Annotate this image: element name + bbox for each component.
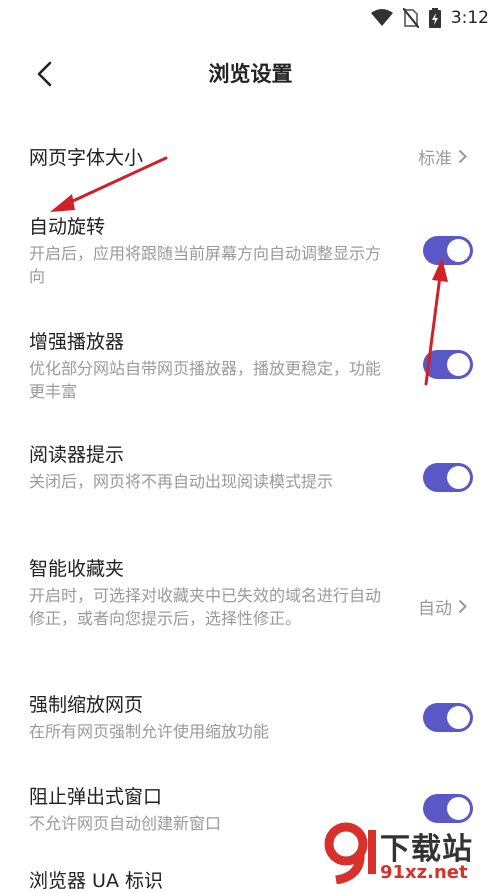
watermark-url: 91xz.net (380, 862, 468, 883)
toggle-knob (447, 706, 470, 729)
setting-auto-rotate: 自动旋转 开启后，应用将跟随当前屏幕方向自动调整显示方向 (0, 200, 501, 300)
toggle-knob (447, 797, 470, 820)
status-bar: 3:12 (0, 0, 501, 36)
setting-desc: 关闭后，网页将不再自动出现阅读模式提示 (29, 472, 334, 491)
setting-value: 标准 (418, 149, 452, 169)
toggle-knob (447, 353, 470, 376)
setting-value: 自动 (418, 599, 452, 619)
watermark-logo-icon (324, 822, 376, 884)
setting-value-smart-favorites[interactable]: 自动 (418, 594, 467, 619)
reader-hint-toggle[interactable] (423, 463, 473, 492)
setting-value-font-size[interactable]: 标准 (418, 144, 467, 169)
force-zoom-toggle[interactable] (423, 703, 473, 732)
app-bar: 浏览设置 (0, 44, 501, 102)
enhanced-player-toggle[interactable] (423, 350, 473, 379)
wifi-icon (370, 9, 393, 26)
setting-desc: 开启时，可选择对收藏夹中已失效的域名进行自动修正，或者向您提示后，选择性修正。 (29, 586, 382, 628)
setting-title: 增强播放器 (29, 331, 125, 353)
watermark: 下载站 91xz.net (322, 820, 497, 888)
setting-title: 阅读器提示 (29, 444, 125, 466)
setting-enhanced-player: 增强播放器 优化部分网站自带网页播放器，播放更稳定，功能更丰富 (0, 315, 501, 415)
setting-font-size[interactable]: 网页字体大小 标准 (0, 130, 501, 186)
setting-title: 智能收藏夹 (29, 558, 125, 580)
setting-title: 网页字体大小 (29, 147, 144, 169)
page-title: 浏览设置 (208, 62, 293, 86)
setting-title: 自动旋转 (29, 216, 106, 238)
toggle-knob (447, 239, 470, 262)
setting-smart-favorites[interactable]: 智能收藏夹 开启时，可选择对收藏夹中已失效的域名进行自动修正，或者向您提示后，选… (0, 542, 501, 662)
setting-title: 阻止弹出式窗口 (29, 786, 163, 808)
setting-reader-hint: 阅读器提示 关闭后，网页将不再自动出现阅读模式提示 (0, 428, 501, 528)
setting-title: 浏览器 UA 标识 (29, 870, 163, 892)
battery-charging-icon (428, 8, 441, 28)
chevron-right-icon (458, 599, 467, 614)
auto-rotate-toggle[interactable] (423, 236, 473, 265)
chevron-right-icon (458, 149, 467, 164)
setting-desc: 在所有网页强制允许使用缩放功能 (29, 722, 270, 741)
setting-desc: 开启后，应用将跟随当前屏幕方向自动调整显示方向 (29, 244, 382, 286)
setting-title: 强制缩放网页 (29, 694, 144, 716)
setting-force-zoom: 强制缩放网页 在所有网页强制允许使用缩放功能 (0, 678, 501, 758)
setting-desc: 优化部分网站自带网页播放器，播放更稳定，功能更丰富 (29, 359, 382, 401)
block-popups-toggle[interactable] (423, 794, 473, 823)
status-time: 3:12 (450, 8, 489, 28)
toggle-knob (447, 466, 470, 489)
no-sim-icon (402, 8, 419, 28)
